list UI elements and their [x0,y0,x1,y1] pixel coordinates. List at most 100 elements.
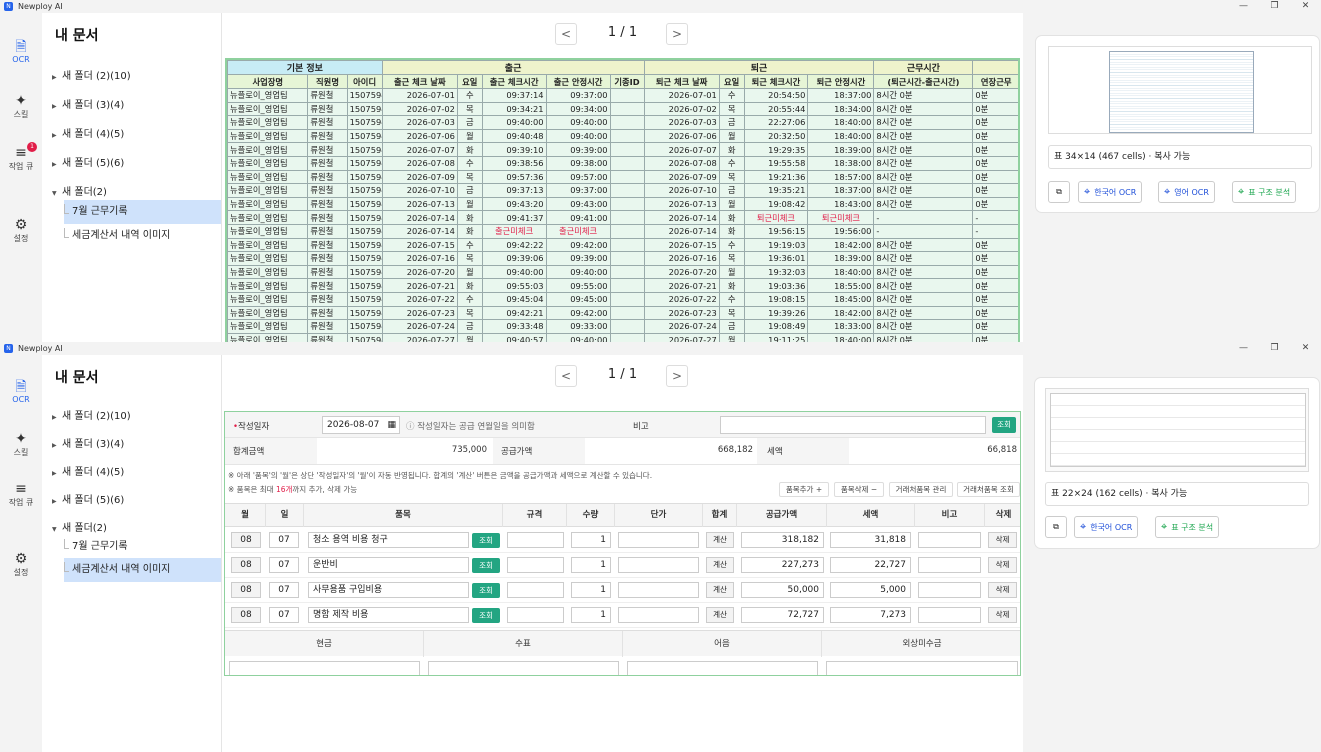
qty-input[interactable]: 1 [571,532,611,548]
file-item-selected[interactable]: 7월 근무기록 [64,200,221,224]
item-name-input[interactable]: 사무용품 구입비용 [308,582,469,598]
next-page-button[interactable]: > [666,365,688,387]
day-input[interactable]: 07 [269,582,299,598]
total-value: 735,000 [451,445,487,455]
cell-value: 22:27:06 [743,115,809,130]
bill-input[interactable] [627,661,818,675]
item-name-input[interactable]: 운반비 [308,557,469,573]
spec-input[interactable] [507,557,564,573]
folder-item[interactable]: ▶ 새 폴더 (5)(6) [52,491,124,506]
delete-item-button[interactable]: 품목삭제 − [834,482,884,497]
folder-item[interactable]: ▶ 새 폴더 (2)(10) [52,67,131,82]
copy-button[interactable]: ⧉ [1048,181,1070,203]
day-input[interactable]: 07 [269,532,299,548]
row-delete-button[interactable]: 삭제 [988,557,1017,573]
cell-value: 2026-07-23 [643,305,720,321]
next-page-button[interactable]: > [666,23,688,45]
supply-amount-input[interactable]: 50,000 [741,582,824,598]
rail-skill-button[interactable]: ✦ 스킬 [0,93,42,120]
row-memo-input[interactable] [918,557,981,573]
folder-item[interactable]: ▶ 새 폴더 (2)(10) [52,407,131,422]
unit-price-input[interactable] [618,582,699,598]
unit-price-input[interactable] [618,532,699,548]
folder-item[interactable]: ▶ 새 폴더 (4)(5) [52,125,124,140]
rail-queue-button[interactable]: ≡ 작업 큐 [0,481,42,508]
calc-button[interactable]: 계산 [706,607,734,623]
day-input[interactable]: 07 [269,557,299,573]
lookup-button[interactable]: 조회 [992,417,1016,433]
item-lookup-button[interactable]: 조회 [472,558,500,573]
copy-button[interactable]: ⧉ [1045,516,1067,538]
supply-amount-input[interactable]: 72,727 [741,607,824,623]
unit-price-input[interactable] [618,557,699,573]
rail-ocr-button[interactable]: 🗎 OCR [0,39,42,64]
folder-item[interactable]: ▶ 새 폴더 (3)(4) [52,435,124,450]
english-ocr-button[interactable]: ⌖ 영어 OCR [1158,181,1215,203]
memo-input[interactable] [720,416,986,434]
cell-site: 뉴플로이_영업팀 [227,319,309,334]
file-item[interactable]: 7월 근무기록 [64,535,221,559]
receivable-input[interactable] [826,661,1018,675]
close-icon[interactable]: ✕ [1290,342,1321,355]
check-input[interactable] [428,661,619,675]
minimize-icon[interactable]: — [1228,0,1259,13]
row-delete-button[interactable]: 삭제 [988,582,1017,598]
spec-input[interactable] [507,607,564,623]
row-delete-button[interactable]: 삭제 [988,607,1017,623]
item-name-input[interactable]: 청소 용역 비용 청구 [308,532,469,548]
close-icon[interactable]: ✕ [1290,0,1321,13]
folder-item-open[interactable]: ▼ 새 폴더(2) [52,183,107,198]
unit-price-input[interactable] [618,607,699,623]
date-input[interactable]: 2026-08-07 ▦ [322,416,400,434]
cell-device-id [609,196,645,212]
row-delete-button[interactable]: 삭제 [988,532,1017,548]
rail-queue-button[interactable]: ≡ 작업 큐1 [0,142,42,172]
qty-input[interactable]: 1 [571,582,611,598]
tax-amount-input[interactable]: 22,727 [830,557,911,573]
calc-button[interactable]: 계산 [706,582,734,598]
tax-amount-input[interactable]: 7,273 [830,607,911,623]
minimize-icon[interactable]: — [1228,342,1259,355]
folder-item-open[interactable]: ▼ 새 폴더(2) [52,519,107,534]
manage-items-button[interactable]: 거래처품목 관리 [889,482,953,497]
tax-amount-input[interactable]: 31,818 [830,532,911,548]
qty-input[interactable]: 1 [571,557,611,573]
calc-button[interactable]: 계산 [706,557,734,573]
korean-ocr-button[interactable]: ⌖ 한국어 OCR [1078,181,1143,203]
table-structure-button[interactable]: ⌖ 표 구조 분석 [1155,516,1220,538]
page-thumbnail[interactable] [1048,46,1312,134]
rail-settings-button[interactable]: ⚙ 설정 [0,551,42,578]
supply-amount-input[interactable]: 318,182 [741,532,824,548]
item-lookup-button[interactable]: 조회 [472,583,500,598]
rail-settings-button[interactable]: ⚙ 설정 [0,217,42,244]
calendar-icon[interactable]: ▦ [387,417,396,433]
day-input[interactable]: 07 [269,607,299,623]
row-memo-input[interactable] [918,607,981,623]
item-lookup-button[interactable]: 조회 [472,608,500,623]
item-name-input[interactable]: 명함 제작 비용 [308,607,469,623]
folder-item[interactable]: ▶ 새 폴더 (4)(5) [52,463,124,478]
file-item-selected[interactable]: 세금계산서 내역 이미지 [64,558,221,582]
table-structure-button[interactable]: ⌖ 표 구조 분석 [1232,181,1297,203]
item-lookup-button[interactable]: 조회 [472,533,500,548]
add-item-button[interactable]: 품목추가 + [779,482,829,497]
supply-amount-input[interactable]: 227,273 [741,557,824,573]
spec-input[interactable] [507,532,564,548]
spec-input[interactable] [507,582,564,598]
qty-input[interactable]: 1 [571,607,611,623]
calc-button[interactable]: 계산 [706,532,734,548]
tax-amount-input[interactable]: 5,000 [830,582,911,598]
cash-input[interactable] [229,661,420,675]
maximize-icon[interactable]: ❐ [1259,0,1290,13]
row-memo-input[interactable] [918,532,981,548]
rail-skill-button[interactable]: ✦ 스킬 [0,431,42,458]
folder-item[interactable]: ▶ 새 폴더 (5)(6) [52,154,124,169]
row-memo-input[interactable] [918,582,981,598]
rail-ocr-button[interactable]: 🗎 OCR [0,379,42,404]
file-item[interactable]: 세금계산서 내역 이미지 [64,224,221,248]
maximize-icon[interactable]: ❐ [1259,342,1290,355]
search-items-button[interactable]: 거래처품목 조회 [957,482,1020,497]
page-thumbnail[interactable] [1045,388,1309,472]
korean-ocr-button[interactable]: ⌖ 한국어 OCR [1074,516,1139,538]
folder-item[interactable]: ▶ 새 폴더 (3)(4) [52,96,124,111]
